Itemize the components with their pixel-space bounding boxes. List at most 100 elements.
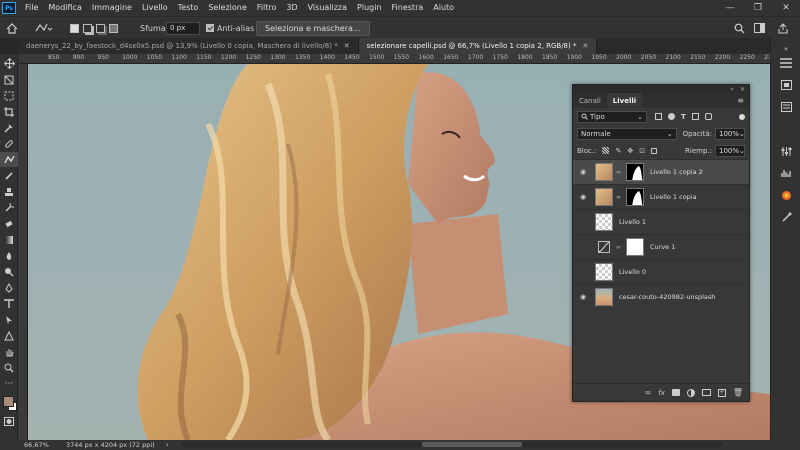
lock-pixels-icon[interactable]: ✎ bbox=[615, 147, 621, 155]
share-icon[interactable] bbox=[778, 20, 788, 36]
lock-position-icon[interactable]: ✥ bbox=[627, 147, 633, 155]
layer-row[interactable]: ◉ ∞ Livello 1 copia bbox=[573, 184, 749, 209]
history-brush-tool-icon[interactable] bbox=[0, 200, 18, 215]
dodge-tool-icon[interactable] bbox=[0, 264, 18, 279]
layer-row[interactable]: ◉ ∞ Curve 1 bbox=[573, 234, 749, 259]
search-icon[interactable] bbox=[734, 20, 745, 36]
brush-settings-icon[interactable] bbox=[777, 210, 795, 224]
mask-link-icon[interactable]: ∞ bbox=[616, 194, 621, 201]
feather-input[interactable]: 0 px bbox=[166, 21, 200, 35]
new-selection-icon[interactable] bbox=[70, 23, 79, 33]
layer-mask-thumbnail[interactable] bbox=[626, 163, 644, 181]
new-layer-icon[interactable]: + bbox=[717, 388, 726, 397]
type-tool-icon[interactable] bbox=[0, 296, 18, 311]
fill-input[interactable]: 100% ⌄ bbox=[715, 144, 745, 157]
minimize-button[interactable]: — bbox=[716, 0, 744, 16]
antialias-checkbox[interactable]: Anti-alias bbox=[206, 20, 254, 36]
chevron-right-icon[interactable]: › bbox=[166, 441, 169, 449]
lasso-tool-preset-icon[interactable] bbox=[34, 20, 52, 36]
visibility-toggle[interactable]: ◉ bbox=[573, 268, 593, 276]
pen-tool-icon[interactable] bbox=[0, 280, 18, 295]
quick-mask-icon[interactable] bbox=[0, 414, 18, 429]
menu-finestra[interactable]: Finestra bbox=[387, 0, 429, 16]
visibility-eye-icon[interactable]: ◉ bbox=[573, 168, 593, 176]
mask-link-icon[interactable]: ∞ bbox=[616, 169, 621, 176]
antialias-check-icon[interactable] bbox=[206, 24, 214, 32]
menu-livello[interactable]: Livello bbox=[137, 0, 173, 16]
lasso-tool-icon[interactable] bbox=[0, 152, 18, 167]
edit-toolbar-icon[interactable]: ··· bbox=[0, 376, 18, 391]
lock-transparent-icon[interactable] bbox=[602, 147, 610, 154]
blur-tool-icon[interactable] bbox=[0, 248, 18, 263]
lock-all-icon[interactable] bbox=[651, 147, 658, 154]
expand-dock-icon[interactable]: « bbox=[777, 42, 795, 56]
move-tool-icon[interactable] bbox=[0, 56, 18, 71]
filter-kind-select[interactable]: Tipo ⌄ bbox=[577, 110, 647, 123]
select-and-mask-button[interactable]: Seleziona e maschera... bbox=[256, 20, 370, 36]
tab-livelli[interactable]: Livelli bbox=[606, 93, 643, 108]
swatches-icon[interactable] bbox=[777, 56, 795, 70]
visibility-eye-icon[interactable]: ◉ bbox=[573, 293, 593, 301]
shape-tool-icon[interactable] bbox=[0, 328, 18, 343]
menu-aiuto[interactable]: Aiuto bbox=[428, 0, 459, 16]
hand-tool-icon[interactable] bbox=[0, 344, 18, 359]
add-selection-icon[interactable] bbox=[83, 23, 92, 33]
workspace-icon[interactable] bbox=[754, 20, 765, 36]
close-icon[interactable]: ✕ bbox=[344, 42, 350, 50]
subtract-selection-icon[interactable] bbox=[96, 23, 105, 33]
doc-tab-daenerys[interactable]: daenerys_22_by_faestock_d4sx0x5.psd @ 13… bbox=[18, 38, 359, 54]
foreground-color-swatch[interactable] bbox=[3, 396, 14, 407]
adjustments-icon[interactable] bbox=[777, 144, 795, 158]
tab-canali[interactable]: Canali bbox=[573, 93, 607, 108]
filter-type-icon[interactable]: T bbox=[681, 113, 686, 121]
crop-tool-icon[interactable] bbox=[0, 104, 18, 119]
filter-pixel-icon[interactable] bbox=[655, 113, 662, 120]
path-selection-tool-icon[interactable] bbox=[0, 312, 18, 327]
link-layers-icon[interactable]: ∞ bbox=[645, 388, 652, 397]
filter-toggle-icon[interactable] bbox=[739, 113, 745, 120]
artboard-tool-icon[interactable] bbox=[0, 72, 18, 87]
intersect-selection-icon[interactable] bbox=[109, 23, 118, 33]
marquee-tool-icon[interactable] bbox=[0, 88, 18, 103]
close-icon[interactable]: ✕ bbox=[582, 42, 588, 50]
restore-button[interactable]: ❐ bbox=[744, 0, 772, 16]
scrollbar-thumb[interactable] bbox=[422, 442, 522, 447]
zoom-tool-icon[interactable] bbox=[0, 360, 18, 375]
menu-filtro[interactable]: Filtro bbox=[252, 0, 282, 16]
layer-mask-thumbnail[interactable] bbox=[626, 238, 644, 256]
layer-row[interactable]: ◉ cesar-couto-420982-unsplash bbox=[573, 284, 749, 309]
home-icon[interactable] bbox=[6, 20, 18, 36]
layer-row[interactable]: ◉ ∞ Livello 1 copia 2 bbox=[573, 159, 749, 184]
menu-visualizza[interactable]: Visualizza bbox=[303, 0, 352, 16]
layer-mask-thumbnail[interactable] bbox=[626, 188, 644, 206]
layer-row[interactable]: ◉ Livello 1 bbox=[573, 209, 749, 234]
filter-shape-icon[interactable] bbox=[691, 113, 699, 120]
panel-menu-icon[interactable]: ≡ bbox=[737, 96, 744, 105]
horizontal-scrollbar[interactable] bbox=[182, 442, 722, 447]
close-window-button[interactable]: ✕ bbox=[772, 0, 800, 16]
collapse-panel-icon[interactable]: » bbox=[730, 86, 734, 93]
mask-link-icon[interactable]: ∞ bbox=[616, 244, 621, 251]
layer-row[interactable]: ◉ Livello 0 bbox=[573, 259, 749, 284]
delete-layer-icon[interactable]: 🗑 bbox=[733, 388, 743, 397]
menu-3d[interactable]: 3D bbox=[281, 0, 302, 16]
eraser-tool-icon[interactable] bbox=[0, 216, 18, 231]
opacity-input[interactable]: 100% ⌄ bbox=[715, 127, 745, 140]
visibility-toggle[interactable]: ◉ bbox=[573, 218, 593, 226]
menu-modifica[interactable]: Modifica bbox=[43, 0, 86, 16]
doc-tab-selezionare-capelli[interactable]: selezionare capelli.psd @ 66,7% (Livello… bbox=[358, 38, 598, 54]
filter-adjustment-icon[interactable] bbox=[668, 113, 675, 120]
close-panel-icon[interactable]: ✕ bbox=[740, 86, 745, 93]
eyedropper-tool-icon[interactable] bbox=[0, 120, 18, 135]
menu-selezione[interactable]: Selezione bbox=[203, 0, 251, 16]
navigator-icon[interactable] bbox=[777, 78, 795, 92]
histogram-icon[interactable] bbox=[777, 166, 795, 180]
adjustment-layer-icon[interactable] bbox=[686, 388, 695, 397]
spot-healing-tool-icon[interactable] bbox=[0, 136, 18, 151]
add-mask-icon[interactable] bbox=[671, 389, 680, 396]
properties-icon[interactable] bbox=[777, 100, 795, 114]
brush-tool-icon[interactable] bbox=[0, 168, 18, 183]
blend-mode-select[interactable]: Normale ⌄ bbox=[577, 127, 677, 140]
menu-file[interactable]: File bbox=[20, 0, 43, 16]
visibility-toggle[interactable]: ◉ bbox=[573, 243, 593, 251]
